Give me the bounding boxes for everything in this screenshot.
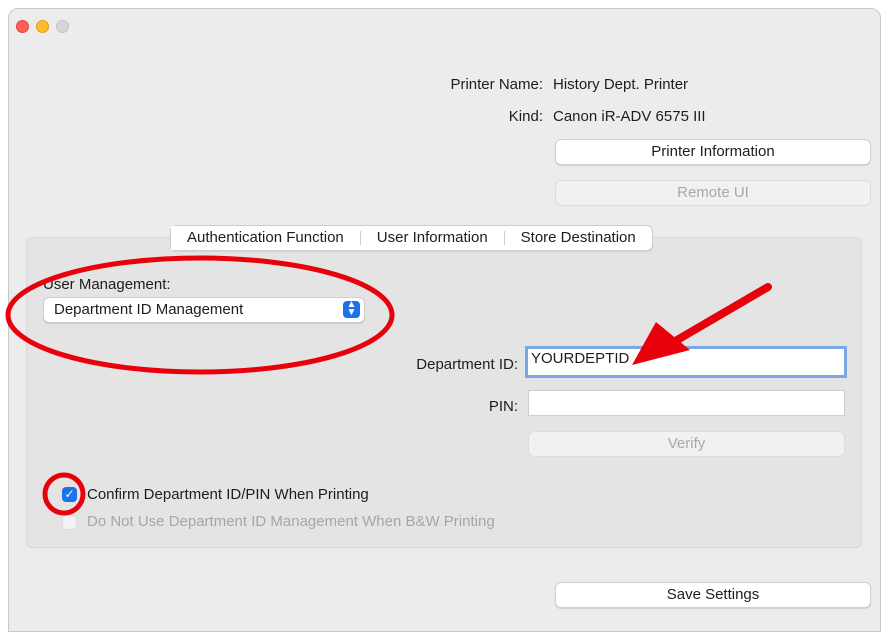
title-bar <box>9 9 880 49</box>
remote-ui-button: Remote UI <box>555 180 871 206</box>
minimize-window-button[interactable] <box>36 20 49 33</box>
chevron-up-down-icon: ▲ ▼ <box>343 300 360 318</box>
kind-label: Kind: <box>508 108 543 125</box>
user-management-select[interactable]: Department ID Management ▲ ▼ <box>43 297 365 323</box>
bw-printing-label: Do Not Use Department ID Management When… <box>87 513 495 530</box>
user-management-value: Department ID Management <box>54 301 244 318</box>
close-window-button[interactable] <box>16 20 29 33</box>
user-management-label: User Management: <box>43 276 171 293</box>
printer-information-button[interactable]: Printer Information <box>555 139 871 165</box>
bw-printing-checkbox <box>62 515 77 530</box>
zoom-window-button[interactable] <box>56 20 69 33</box>
department-id-label: Department ID: <box>416 356 518 373</box>
confirm-dept-id-checkbox[interactable]: ✓ <box>62 487 77 502</box>
save-settings-button[interactable]: Save Settings <box>555 582 871 608</box>
tab-user-information[interactable]: User Information <box>361 226 504 250</box>
pin-label: PIN: <box>488 398 518 415</box>
printer-name-value: History Dept. Printer <box>553 76 689 93</box>
tab-store-destination[interactable]: Store Destination <box>505 226 652 250</box>
tab-bar: Authentication Function User Information… <box>170 225 653 251</box>
printer-name-label: Printer Name: <box>450 76 543 93</box>
verify-button: Verify <box>528 431 845 457</box>
department-id-field[interactable]: YOURDEPTID <box>525 346 847 378</box>
pin-field[interactable] <box>528 390 845 416</box>
confirm-dept-id-label: Confirm Department ID/PIN When Printing <box>87 486 369 503</box>
kind-value: Canon iR-ADV 6575 III <box>553 108 706 125</box>
tab-authentication-function[interactable]: Authentication Function <box>171 226 360 250</box>
